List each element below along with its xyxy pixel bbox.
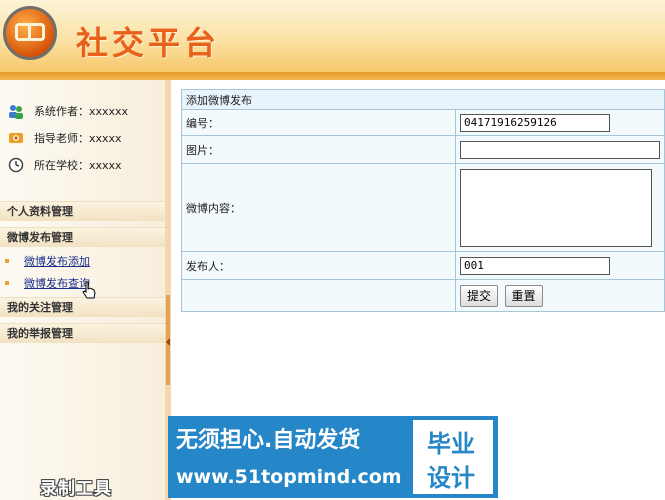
submit-button[interactable]: 提交	[460, 284, 499, 307]
ad-url[interactable]: www.51topmind.com	[176, 466, 402, 488]
number-cell	[455, 109, 665, 136]
publisher-label: 发布人：	[181, 251, 456, 280]
users-icon	[8, 103, 24, 119]
actions-cell: 提交 重置	[455, 279, 665, 312]
bullet-icon	[5, 259, 9, 263]
content-cell	[455, 163, 665, 252]
number-input[interactable]	[460, 113, 610, 132]
hand-cursor-icon	[82, 281, 96, 302]
menu-weibo-management[interactable]: 微博发布管理	[0, 227, 165, 247]
publisher-input[interactable]	[460, 256, 610, 275]
image-input[interactable]	[460, 140, 660, 159]
collapse-arrow-icon[interactable]	[166, 338, 170, 346]
info-school: 所在学校：xxxxx	[8, 155, 122, 175]
number-label: 编号：	[181, 109, 456, 136]
bullet-icon	[5, 281, 9, 285]
info-school-label: 所在学校：xxxxx	[34, 159, 122, 172]
submenu-weibo-query[interactable]: 微博发布查询	[5, 275, 90, 291]
content-textarea[interactable]	[460, 168, 652, 247]
site-header: 社交平台	[0, 0, 665, 72]
site-title: 社交平台	[76, 24, 221, 62]
image-label: 图片：	[181, 135, 456, 164]
recording-watermark: 录制工具	[40, 479, 112, 499]
ad-banner[interactable]: 无须担心.自动发货 www.51topmind.com 毕业 设计	[168, 416, 498, 498]
content-label: 微博内容：	[181, 163, 456, 252]
info-author: 系统作者：xxxxxx	[8, 101, 128, 121]
ad-badge: 毕业 设计	[413, 420, 493, 494]
publisher-cell	[455, 251, 665, 280]
form-caption: 添加微博发布	[181, 89, 665, 110]
ad-badge-line1: 毕业	[427, 430, 475, 458]
submenu-weibo-add-link[interactable]: 微博发布添加	[24, 253, 90, 269]
actions-spacer	[181, 279, 456, 312]
info-teacher-label: 指导老师：xxxxx	[34, 132, 122, 145]
header-divider-bar	[0, 72, 665, 80]
image-cell	[455, 135, 665, 164]
info-author-label: 系统作者：xxxxxx	[34, 105, 129, 118]
ad-slogan: 无须担心.自动发货	[176, 428, 361, 453]
clock-icon	[8, 157, 24, 173]
submenu-weibo-add[interactable]: 微博发布添加	[5, 253, 90, 269]
info-teacher: 指导老师：xxxxx	[8, 128, 122, 148]
submenu-weibo-query-link[interactable]: 微博发布查询	[24, 275, 90, 291]
teacher-icon	[8, 130, 24, 146]
logo-emblem-icon	[3, 6, 57, 60]
weibo-add-form: 添加微博发布 编号： 图片： 微博内容： 发布人： 提交 重置	[181, 89, 665, 312]
reset-button[interactable]: 重置	[504, 284, 543, 307]
ad-badge-line2: 设计	[427, 464, 475, 492]
menu-report-management[interactable]: 我的举报管理	[0, 323, 165, 343]
menu-profile-management[interactable]: 个人资料管理	[0, 201, 165, 221]
